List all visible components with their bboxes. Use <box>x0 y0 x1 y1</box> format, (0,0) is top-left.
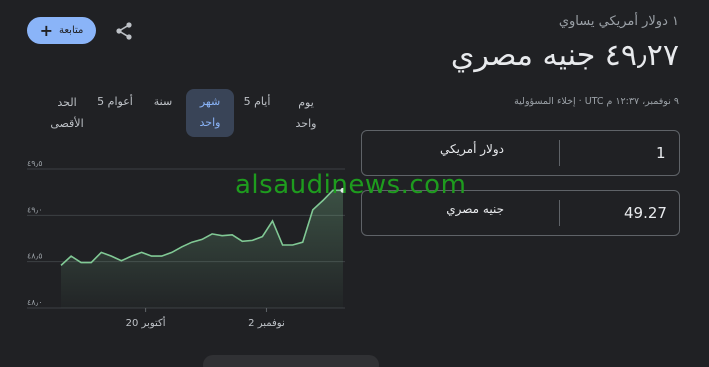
watermark-text: alsaudinews.com <box>235 170 467 200</box>
tab-label: شهر واحد <box>199 95 221 129</box>
follow-label: متابعة <box>59 25 84 36</box>
to-amount-input[interactable]: 49.27 <box>624 191 670 235</box>
area-fill <box>61 190 343 308</box>
tab-one-year[interactable]: سنة <box>150 92 176 112</box>
disclaimer-link[interactable]: إخلاء المسؤولية <box>514 96 576 107</box>
tab-max[interactable]: الحد الأقصى <box>48 92 86 134</box>
follow-button[interactable]: + متابعة <box>27 17 96 44</box>
timestamp: ٩ نوفمبر، ١٢:٣٧ م UTC · <box>575 96 679 107</box>
y-tick-label: ٤٩٫٠ <box>27 205 43 214</box>
tab-label: سنة <box>153 95 173 108</box>
y-tick-label: ٤٨٫٠ <box>27 298 43 307</box>
rate-subtitle: ١ دولار أمريكي يساوي <box>558 14 679 29</box>
timestamp-line: ٩ نوفمبر، ١٢:٣٧ م UTC · إخلاء المسؤولية <box>514 96 679 107</box>
from-amount-input[interactable]: 1 <box>656 131 702 175</box>
tab-five-days[interactable]: 5 أيام <box>242 92 272 112</box>
tab-label: يوم واحد <box>295 96 317 130</box>
x-tick-label: 2 نوفمبر <box>248 318 285 329</box>
tab-one-day[interactable]: يوم واحد <box>289 92 323 134</box>
tab-five-years[interactable]: 5 أعوام <box>95 92 135 112</box>
y-tick-label: ٤٩٫٥ <box>27 159 43 168</box>
more-button[interactable] <box>203 355 379 367</box>
from-currency[interactable]: دولار أمريكي <box>394 131 504 167</box>
divider <box>559 200 560 226</box>
finance-widget: + متابعة ١ دولار أمريكي يساوي ٤٩٫٢٧ جنيه… <box>0 0 709 367</box>
tab-label: 5 أيام <box>243 95 271 108</box>
exchange-rate: ٤٩٫٢٧ جنيه مصري <box>450 38 679 73</box>
tab-label: 5 أعوام <box>97 95 133 108</box>
tab-label: الحد الأقصى <box>50 96 84 130</box>
tab-one-month[interactable]: شهر واحد <box>186 89 234 137</box>
share-icon[interactable] <box>114 21 134 41</box>
divider <box>559 140 560 166</box>
y-tick-label: ٤٨٫٥ <box>27 252 43 261</box>
plus-icon: + <box>39 20 53 40</box>
x-tick-label: 20 أكتوبر <box>126 316 166 329</box>
